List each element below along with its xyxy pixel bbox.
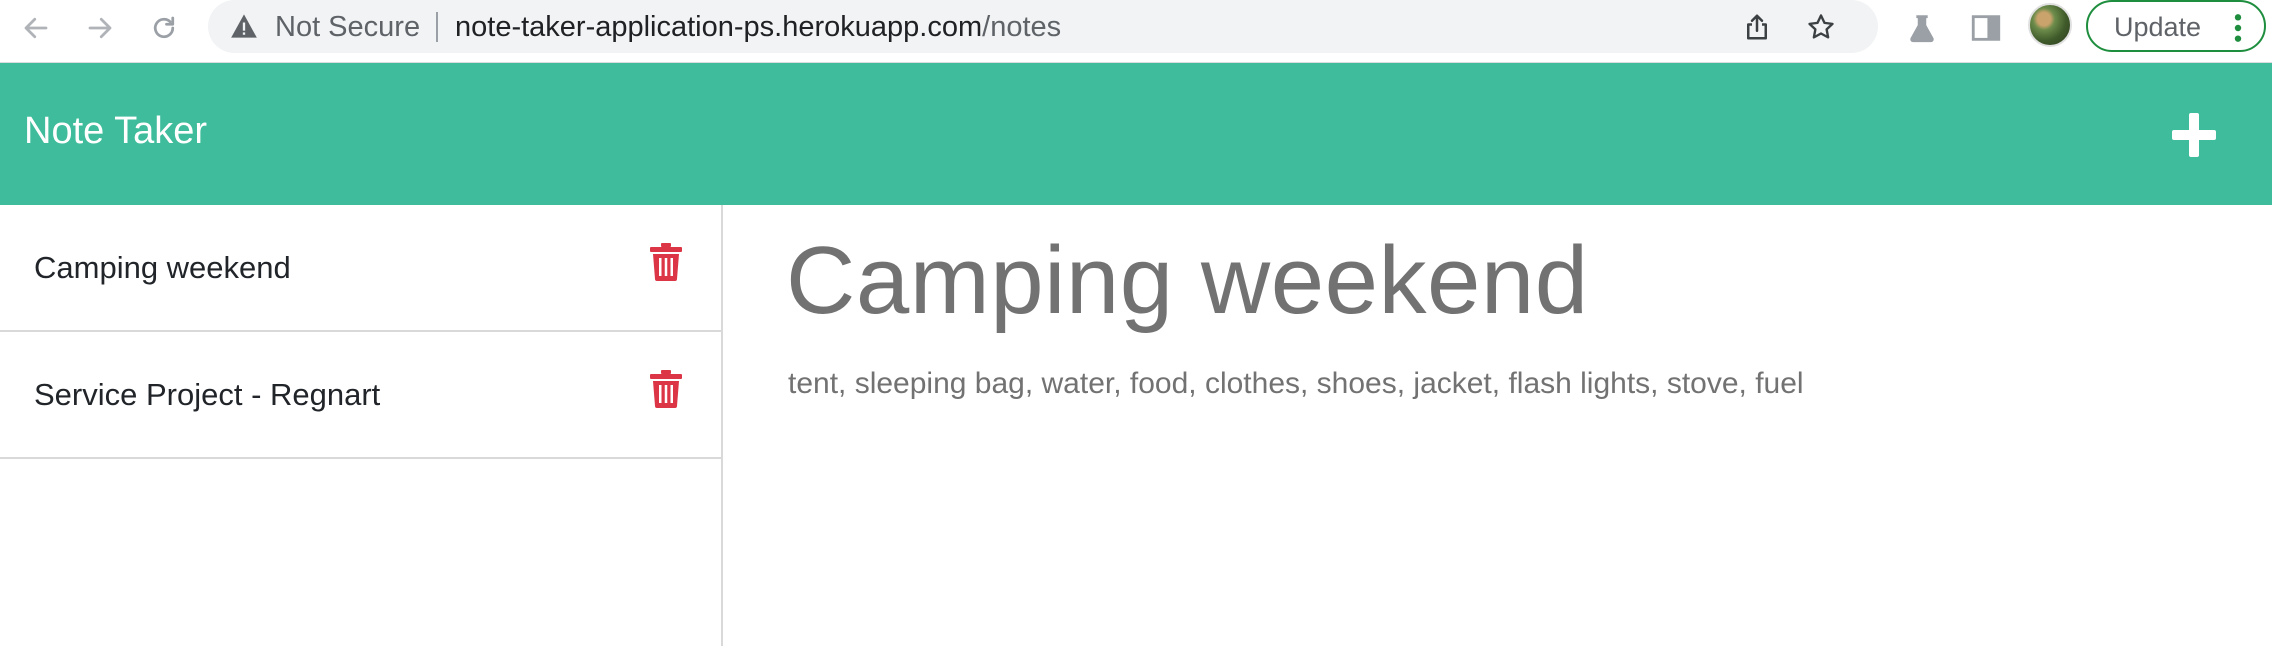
omnibox-divider (436, 12, 438, 42)
reload-icon (153, 16, 175, 39)
browser-toolbar: Not Secure note-taker-application-ps.her… (0, 0, 2272, 63)
url-host: note-taker-application-ps.herokuapp.com (455, 11, 983, 43)
update-label: Update (2114, 12, 2202, 42)
note-list-item[interactable]: Service Project - Regnart (0, 332, 721, 459)
note-list-title[interactable]: Camping weekend (34, 249, 291, 287)
url-text[interactable]: note-taker-application-ps.herokuapp.com/… (455, 10, 1061, 44)
arrow-left-icon (24, 17, 48, 39)
warning-triangle-icon[interactable] (230, 13, 258, 39)
labs-button[interactable] (1900, 6, 1944, 50)
update-button[interactable]: Update (2086, 0, 2266, 52)
note-list-title[interactable]: Service Project - Regnart (34, 376, 380, 414)
reload-button[interactable] (144, 8, 184, 48)
kebab-menu-icon[interactable] (2232, 12, 2244, 44)
app-navbar: Note Taker (0, 63, 2272, 205)
arrow-right-icon (88, 17, 112, 39)
security-status[interactable]: Not Secure (275, 10, 420, 44)
forward-button[interactable] (80, 8, 120, 48)
share-icon (1747, 14, 1767, 40)
profile-avatar[interactable] (2028, 3, 2072, 47)
trash-icon[interactable] (650, 370, 682, 408)
url-path: /notes (982, 11, 1062, 43)
side-panel-icon (1971, 15, 2001, 41)
back-button[interactable] (16, 8, 56, 48)
app-brand[interactable]: Note Taker (24, 107, 207, 155)
note-text-display[interactable]: tent, sleeping bag, water, food, clothes… (788, 366, 1804, 402)
note-list-item[interactable]: Camping weekend (0, 205, 721, 332)
address-bar[interactable]: Not Secure note-taker-application-ps.her… (208, 0, 1878, 53)
bookmark-button[interactable] (1802, 8, 1840, 46)
share-button[interactable] (1738, 8, 1776, 46)
note-title-display[interactable]: Camping weekend (786, 225, 1589, 337)
note-list: Camping weekend Service Project - Regnar… (0, 205, 723, 646)
flask-icon (1910, 15, 1934, 43)
trash-icon[interactable] (650, 243, 682, 281)
side-panel-button[interactable] (1964, 6, 2008, 50)
star-icon (1808, 14, 1834, 39)
plus-icon[interactable] (2168, 109, 2220, 161)
